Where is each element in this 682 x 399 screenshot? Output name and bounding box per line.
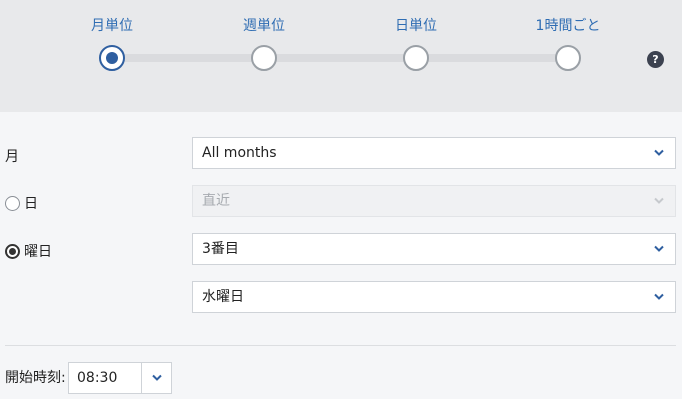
weekday-radio-label: 曜日 <box>24 244 52 260</box>
frequency-step-label: 日単位 <box>395 18 437 34</box>
frequency-step-daily[interactable]: 日単位 <box>356 16 476 71</box>
frequency-step-label: 1時間ごと <box>535 18 601 34</box>
month-label: 月 <box>5 149 19 165</box>
weekday-ordinal-value: 3番目 <box>202 241 239 257</box>
frequency-step-weekly[interactable]: 週単位 <box>204 16 324 71</box>
day-select: 直近 <box>192 185 676 217</box>
day-radio-option[interactable]: 日 <box>5 193 38 213</box>
frequency-step-hourly[interactable]: 1時間ごと <box>508 16 628 71</box>
chevron-down-icon <box>654 293 664 300</box>
frequency-track <box>112 54 568 62</box>
month-select[interactable]: All months <box>192 137 676 169</box>
frequency-step-monthly[interactable]: 月単位 <box>52 16 172 71</box>
weekday-day-select[interactable]: 水曜日 <box>192 281 676 313</box>
start-time-input[interactable]: 08:30 <box>69 363 142 393</box>
weekday-radio[interactable] <box>5 243 20 259</box>
chevron-down-icon <box>654 149 664 156</box>
frequency-radio-hourly[interactable] <box>555 45 581 71</box>
month-select-value: All months <box>202 145 277 161</box>
start-time-label: 開始時刻: <box>5 370 66 386</box>
frequency-step-label: 月単位 <box>91 18 133 34</box>
start-time-picker: 08:30 <box>68 362 172 394</box>
frequency-radio-monthly[interactable] <box>99 45 125 71</box>
chevron-down-icon <box>152 374 162 381</box>
weekday-radio-option[interactable]: 曜日 <box>5 241 52 261</box>
chevron-down-icon <box>654 197 664 204</box>
chevron-down-icon <box>654 245 664 252</box>
frequency-radio-weekly[interactable] <box>251 45 277 71</box>
day-radio-label: 日 <box>24 196 38 212</box>
start-time-dropdown-button[interactable] <box>141 363 171 393</box>
frequency-step-label: 週単位 <box>243 18 285 34</box>
frequency-selector: 月単位 週単位 日単位 1時間ごと ? <box>0 0 682 112</box>
weekday-ordinal-select[interactable]: 3番目 <box>192 233 676 265</box>
frequency-radio-daily[interactable] <box>403 45 429 71</box>
day-select-value: 直近 <box>202 193 230 209</box>
section-divider <box>5 345 676 346</box>
help-icon[interactable]: ? <box>647 51 664 68</box>
weekday-day-value: 水曜日 <box>202 289 244 305</box>
day-radio[interactable] <box>5 195 20 211</box>
